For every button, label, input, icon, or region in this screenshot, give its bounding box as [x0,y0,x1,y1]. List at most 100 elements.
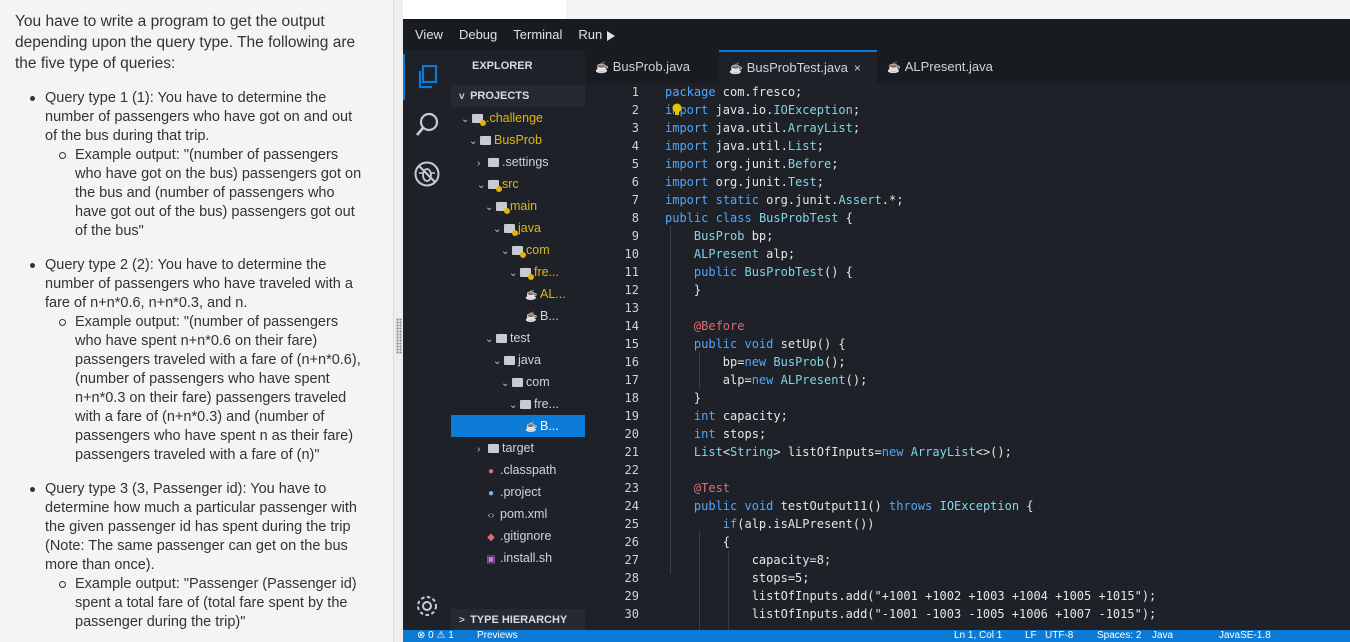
code-line[interactable]: import java.util.List; [665,137,824,155]
code-line[interactable]: @Test [665,479,730,497]
line-number: 13 [624,301,639,315]
menu-view[interactable]: View [415,27,443,42]
tree-item[interactable]: ◆ .gitignore [451,525,585,547]
chevron-icon: ⌄ [493,224,502,235]
tree-item[interactable]: ☕ B... [451,415,585,437]
search-icon[interactable] [403,102,451,148]
code-line[interactable]: ALPresent alp; [665,245,795,263]
lightbulb-icon[interactable] [671,103,683,117]
code-line[interactable]: if(alp.isALPresent()) [665,515,875,533]
tree-item[interactable]: ● .project [451,481,585,503]
chevron-icon: ⌄ [501,246,510,257]
editor-tab[interactable]: ☕ BusProbTest.java × [719,50,877,83]
problems-count[interactable]: ⊗ 0 ⚠ 1 [417,630,454,642]
tree-item[interactable]: ☕ AL... [451,283,585,305]
line-number: 11 [624,265,639,279]
tree-item[interactable]: › target [451,437,585,459]
code-line[interactable]: listOfInputs.add("+1001 +1002 +1003 +100… [665,587,1157,605]
jdk-version[interactable]: JavaSE-1.8 [1219,630,1271,642]
editor-tabs: ☕ BusProb.java ☕ BusProbTest.java × ☕ ALPresen… [585,50,1350,83]
editor-tab[interactable]: ☕ BusProb.java [585,50,719,83]
code-line[interactable]: import org.junit.Before; [665,155,838,173]
shell-icon: ▣ [486,554,496,565]
run-arrow-icon [607,30,616,41]
code-line[interactable]: } [665,389,701,407]
code-line[interactable]: { [665,533,730,551]
language-mode[interactable]: Java [1152,630,1173,642]
tree-item[interactable]: ▣ .install.sh [451,547,585,569]
tree-item[interactable]: ⌄ src [451,173,585,195]
tree-item[interactable]: › .settings [451,151,585,173]
line-number: 12 [624,283,639,297]
line-number: 10 [624,247,639,261]
code-line[interactable]: public void testOutput11() throws IOExce… [665,497,1034,515]
projects-section-header[interactable]: v PROJECTS [451,85,585,107]
java-file-icon: ☕ [525,290,538,301]
code-line[interactable]: import org.junit.Test; [665,173,824,191]
encoding[interactable]: UTF-8 [1045,630,1073,642]
chevron-icon: ⌄ [501,378,510,389]
indentation[interactable]: Spaces: 2 [1097,630,1141,642]
code-line[interactable]: BusProb bp; [665,227,773,245]
code-line[interactable]: List<String> listOfInputs=new ArrayList<… [665,443,1012,461]
folder-icon [496,202,510,214]
query-text: Query type 3 (3, Passenger id): You have… [45,481,357,573]
tree-item[interactable]: ● .classpath [451,459,585,481]
tree-item[interactable]: ⌄ com [451,371,585,393]
line-number: 14 [624,319,639,333]
editor-tab[interactable]: ☕ ALPresent.java [877,50,1017,83]
code-line[interactable]: import java.io.IOException; [665,101,860,119]
tree-item[interactable]: ⌄ main [451,195,585,217]
code-line[interactable]: } [665,281,701,299]
type-hierarchy-section-header[interactable]: > TYPE HIERARCHY [451,609,585,631]
cursor-position[interactable]: Ln 1, Col 1 [954,630,1002,642]
tree-item[interactable]: ‹› pom.xml [451,503,585,525]
settings-gear-icon[interactable] [403,583,451,629]
menu-debug[interactable]: Debug [459,27,497,42]
code-line[interactable]: public BusProbTest() { [665,263,853,281]
query-item: Query type 2 (2): You have to determine … [0,256,393,465]
tree-item[interactable]: ⌄ java [451,217,585,239]
code-line[interactable]: public class BusProbTest { [665,209,853,227]
tree-item[interactable]: ☕ B... [451,305,585,327]
code-line[interactable]: package com.fresco; [665,83,802,101]
line-number: 5 [631,157,639,171]
chevron-icon: ⌄ [509,400,518,411]
splitter-grip-icon[interactable] [396,318,402,354]
code-line[interactable]: @Before [665,317,745,335]
no-bug-icon[interactable] [403,151,451,197]
tree-item[interactable]: ⌄ com [451,239,585,261]
folder-icon [504,356,515,365]
line-ending[interactable]: LF [1025,630,1037,642]
folder-icon [496,334,507,343]
query-list: Query type 1 (1): You have to determine … [0,89,393,632]
files-icon[interactable] [403,54,451,100]
query-sub-list: Example output: "(number of passengers w… [45,313,365,465]
tab-label: ALPresent.java [904,59,993,74]
tree-item[interactable]: ⌄ fre... [451,393,585,415]
code-line[interactable]: import java.util.ArrayList; [665,119,860,137]
panel-splitter[interactable] [393,0,403,642]
folder-icon [504,224,518,236]
code-line[interactable]: capacity=8; [665,551,831,569]
tree-item[interactable]: ⌄ java [451,349,585,371]
code-line[interactable]: alp=new ALPresent(); [665,371,868,389]
tree-item[interactable]: ⌄ BusProb [451,129,585,151]
previews-button[interactable]: Previews [477,630,518,642]
code-line[interactable]: int capacity; [665,407,788,425]
tree-item-label: com [526,243,550,257]
code-line[interactable]: public void setUp() { [665,335,846,353]
tree-item[interactable]: ⌄ .challenge [451,107,585,129]
code-editor[interactable]: 1 package com.fresco; 2 import java.io.IOEx… [585,83,1350,630]
tree-item[interactable]: ⌄ test [451,327,585,349]
code-line[interactable]: bp=new BusProb(); [665,353,846,371]
tree-item[interactable]: ⌄ fre... [451,261,585,283]
code-line[interactable]: int stops; [665,425,766,443]
code-line[interactable]: listOfInputs.add("-1001 -1003 -1005 +100… [665,605,1157,623]
chevron-icon: ⌄ [477,180,486,191]
code-line[interactable]: import static org.junit.Assert.*; [665,191,903,209]
menu-run[interactable]: Run [578,27,616,42]
code-line[interactable]: stops=5; [665,569,810,587]
close-icon[interactable]: × [854,61,861,75]
menu-terminal[interactable]: Terminal [513,27,562,42]
